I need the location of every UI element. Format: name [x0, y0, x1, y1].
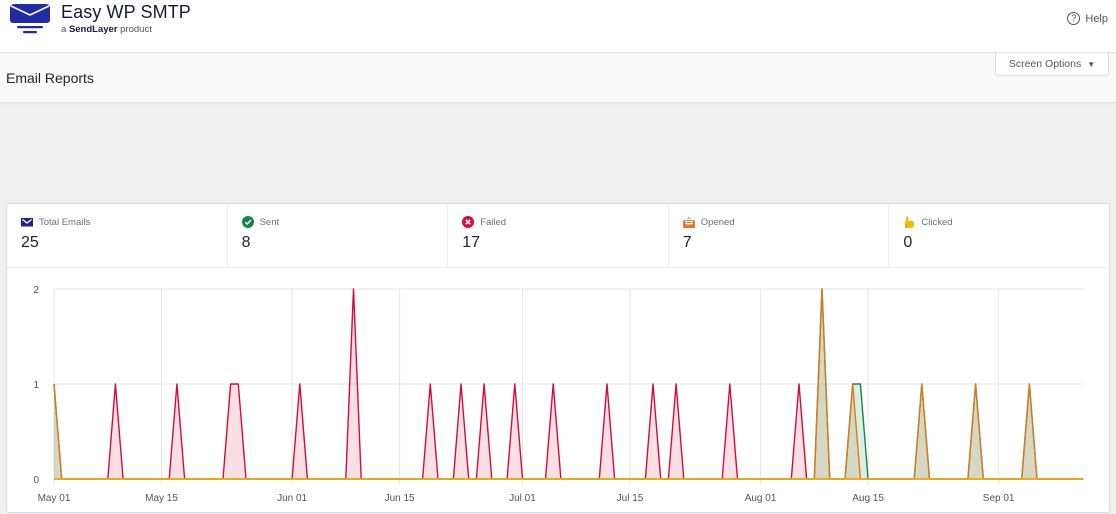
- chart-grid: [54, 289, 1084, 485]
- x-tick-label: May 15: [145, 493, 178, 504]
- y-tick-label: 0: [33, 475, 39, 486]
- email-chart-svg: 0 1 2 May 01 May 15 Jun 01 Jun 15 Jul 01 Jul 15 A…: [1, 1, 1116, 506]
- x-tick-label: Jul 01: [509, 493, 536, 504]
- y-tick-label: 2: [33, 285, 39, 296]
- x-tick-label: May 01: [38, 493, 71, 504]
- x-tick-label: Jul 15: [617, 493, 644, 504]
- x-tick-label: Jun 15: [385, 493, 415, 504]
- x-tick-label: Jun 01: [277, 493, 307, 504]
- x-tick-label: Aug 15: [852, 493, 884, 504]
- x-tick-label: Aug 01: [745, 493, 777, 504]
- y-tick-label: 1: [33, 380, 39, 391]
- email-reports-card: Total Emails 25 Sent 8 Failed 17 Opened …: [6, 203, 1110, 513]
- x-tick-label: Sep 01: [983, 493, 1015, 504]
- email-chart: 0 1 2 May 01 May 15 Jun 01 Jun 15 Jul 01 Jul 15 A…: [7, 269, 1111, 514]
